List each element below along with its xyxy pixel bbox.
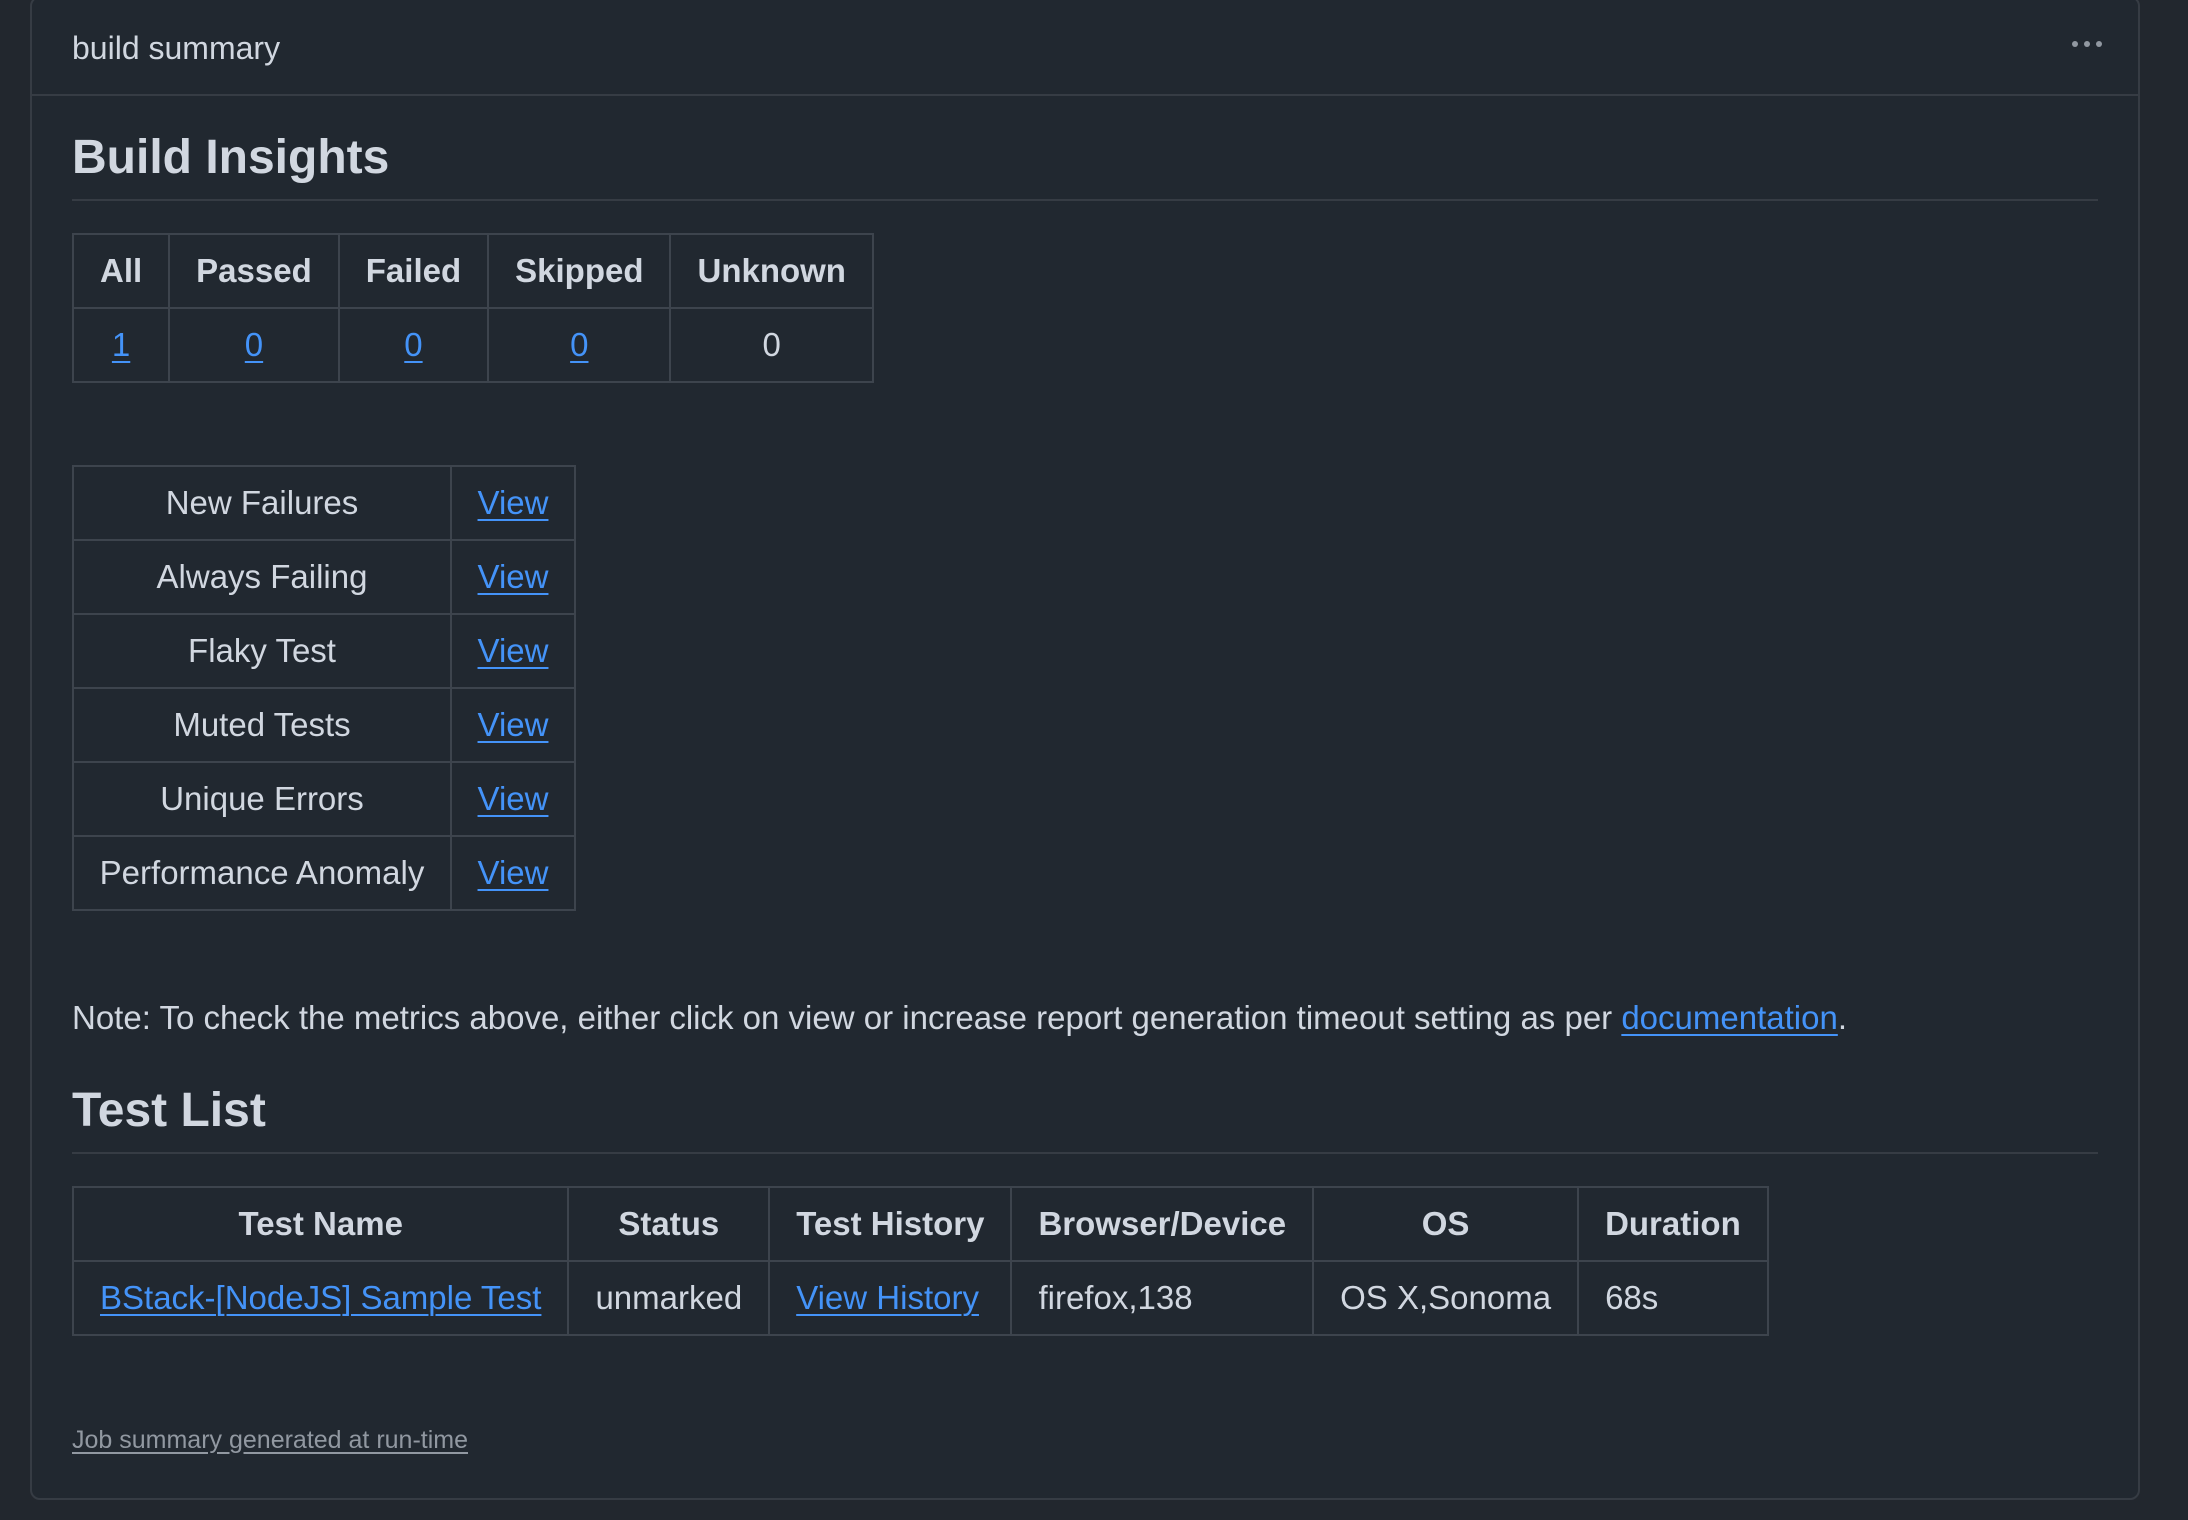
table-row: Unique Errors View [72, 760, 576, 837]
build-insights-heading: Build Insights [72, 96, 2098, 201]
panel-title: build summary [72, 29, 281, 66]
test-status: unmarked [567, 1259, 771, 1336]
report-label-performance-anomaly: Performance Anomaly [72, 834, 452, 911]
header-status: Status [567, 1185, 771, 1262]
table-row: Flaky Test View [72, 612, 576, 689]
panel-header: build summary [32, 0, 2138, 96]
table-header-row: All Passed Failed Skipped Unknown [71, 232, 874, 309]
header-browser-device: Browser/Device [1010, 1185, 1315, 1262]
count-passed-link[interactable]: 0 [245, 326, 263, 363]
header-test-name: Test Name [71, 1185, 570, 1262]
footer-note[interactable]: Job summary generated at run-time [72, 1426, 468, 1454]
documentation-link[interactable]: documentation [1621, 999, 1837, 1036]
report-label-always-failing: Always Failing [72, 538, 452, 615]
view-muted-tests-link[interactable]: View [478, 706, 549, 743]
header-test-history: Test History [768, 1185, 1013, 1262]
view-performance-anomaly-link[interactable]: View [478, 854, 549, 891]
test-browser: firefox,138 [1010, 1259, 1315, 1336]
header-duration: Duration [1577, 1185, 1769, 1262]
summary-content: Build Insights All Passed Failed Skipped… [32, 96, 2138, 1455]
report-label-flaky-test: Flaky Test [72, 612, 452, 689]
table-row: Muted Tests View [72, 686, 576, 763]
metrics-note: Note: To check the metrics above, either… [72, 999, 2098, 1037]
table-row: 1 0 0 0 0 [71, 306, 874, 383]
report-label-new-failures: New Failures [72, 464, 452, 541]
header-skipped: Skipped [487, 232, 672, 309]
count-unknown: 0 [669, 306, 874, 383]
count-skipped-link[interactable]: 0 [570, 326, 588, 363]
table-row: BStack-[NodeJS] Sample Test unmarked Vie… [71, 1259, 1769, 1336]
table-header-row: Test Name Status Test History Browser/De… [71, 1185, 1769, 1262]
report-label-unique-errors: Unique Errors [72, 760, 452, 837]
test-list-table: Test Name Status Test History Browser/De… [71, 1185, 1769, 1336]
test-name-link[interactable]: BStack-[NodeJS] Sample Test [100, 1279, 541, 1316]
note-text: Note: To check the metrics above, either… [72, 998, 1622, 1036]
kebab-horizontal-icon[interactable] [2062, 31, 2112, 57]
view-flaky-test-link[interactable]: View [478, 632, 549, 669]
header-failed: Failed [337, 232, 490, 309]
table-row: Performance Anomaly View [72, 834, 576, 911]
view-history-link[interactable]: View History [796, 1279, 979, 1316]
test-duration: 68s [1577, 1259, 1769, 1336]
build-summary-panel: build summary Build Insights All Passed … [30, 0, 2140, 1500]
test-list-heading: Test List [72, 1037, 2098, 1154]
table-row: New Failures View [72, 464, 576, 541]
header-os: OS [1312, 1185, 1580, 1262]
summary-footer: Job summary generated at run-time [72, 1426, 2098, 1455]
table-row: Always Failing View [72, 538, 576, 615]
view-unique-errors-link[interactable]: View [478, 780, 549, 817]
report-label-muted-tests: Muted Tests [72, 686, 452, 763]
header-all: All [71, 232, 171, 309]
view-new-failures-link[interactable]: View [478, 484, 549, 521]
status-counts-table: All Passed Failed Skipped Unknown 1 0 0 … [71, 232, 874, 383]
note-suffix: . [1837, 998, 1847, 1036]
header-unknown: Unknown [669, 232, 874, 309]
count-all-link[interactable]: 1 [112, 326, 130, 363]
count-failed-link[interactable]: 0 [404, 326, 422, 363]
insights-links-table: New Failures View Always Failing View Fl… [72, 464, 576, 911]
header-passed: Passed [168, 232, 340, 309]
view-always-failing-link[interactable]: View [478, 558, 549, 595]
test-os: OS X,Sonoma [1312, 1259, 1580, 1336]
